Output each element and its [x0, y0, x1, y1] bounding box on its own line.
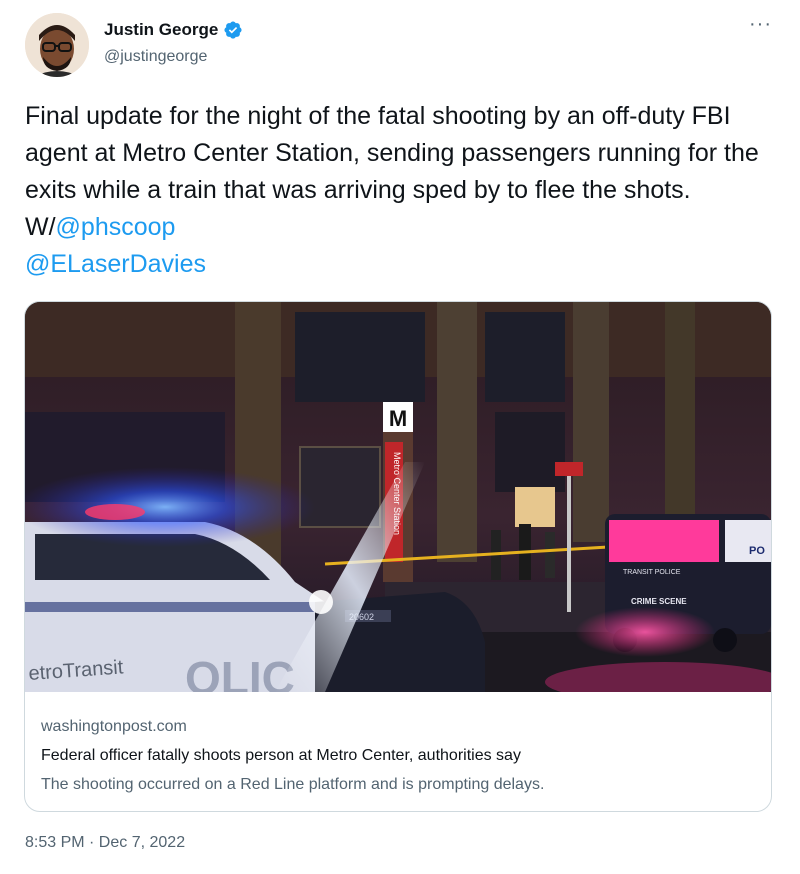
- mention-link[interactable]: @phscoop: [56, 213, 176, 241]
- author-name[interactable]: Justin George: [104, 20, 218, 40]
- author-handle[interactable]: @justingeorge: [104, 48, 207, 66]
- van-side-text: PO: [749, 545, 765, 557]
- author-name-row[interactable]: Justin George: [104, 20, 243, 40]
- link-preview-card[interactable]: M Metro Center Station etroTransit OLIC: [24, 301, 772, 812]
- author-avatar[interactable]: [25, 13, 89, 77]
- tweet-card: Justin George @justingeorge ··· Final up…: [0, 0, 800, 874]
- van-label-text: CRIME SCENE: [631, 597, 687, 606]
- link-card-meta: washingtonpost.com Federal officer fatal…: [41, 712, 751, 799]
- article-preview-image[interactable]: M Metro Center Station etroTransit OLIC: [25, 302, 771, 692]
- mention-link[interactable]: @ELaserDavies: [25, 250, 206, 278]
- tweet-timestamp[interactable]: 8:53 PM · Dec 7, 2022: [25, 834, 185, 852]
- link-title: Federal officer fatally shoots person at…: [41, 747, 521, 764]
- person-avatar-icon: [25, 13, 89, 77]
- van-header-text: TRANSIT POLICE: [623, 569, 681, 576]
- link-description: The shooting occurred on a Red Line plat…: [41, 776, 545, 793]
- more-dots-icon[interactable]: ···: [749, 14, 772, 34]
- metro-sign: M: [389, 406, 407, 431]
- tweet-text: Final update for the night of the fatal …: [25, 98, 765, 283]
- verified-badge-icon: [224, 21, 242, 39]
- link-domain: washingtonpost.com: [41, 718, 187, 735]
